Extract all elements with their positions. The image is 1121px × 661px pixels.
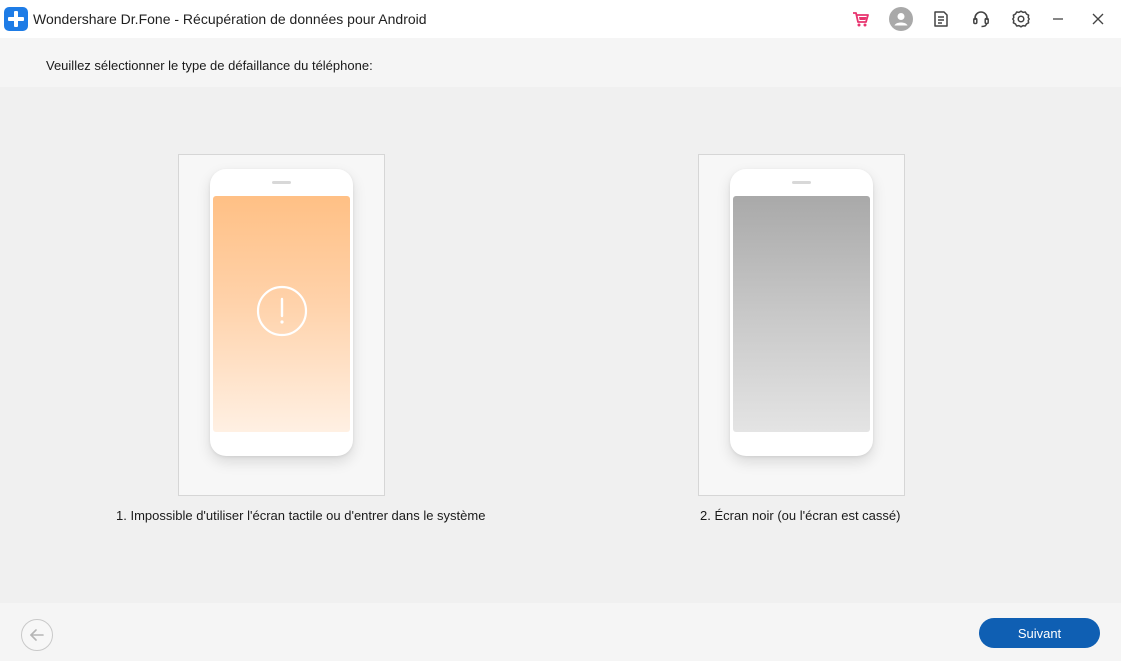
- next-button[interactable]: Suivant: [979, 618, 1100, 648]
- phone-screen-gray: [733, 196, 870, 432]
- footer-bar: [0, 603, 1121, 661]
- cart-icon[interactable]: [849, 7, 873, 31]
- close-icon[interactable]: [1086, 7, 1110, 31]
- user-icon[interactable]: [889, 7, 913, 31]
- minimize-icon[interactable]: [1046, 7, 1070, 31]
- arrow-left-icon: [30, 629, 44, 641]
- phone-illustration: [210, 169, 353, 456]
- app-window: Wondershare Dr.Fone - Récupération de do…: [0, 0, 1121, 661]
- warning-icon: [256, 285, 308, 337]
- phone-speaker: [272, 181, 291, 184]
- window-title: Wondershare Dr.Fone - Récupération de do…: [33, 11, 427, 27]
- feedback-icon[interactable]: [929, 7, 953, 31]
- settings-icon[interactable]: [1009, 7, 1033, 31]
- option-card-black-screen[interactable]: [698, 154, 905, 496]
- phone-illustration: [730, 169, 873, 456]
- option-card-touch-failure[interactable]: [178, 154, 385, 496]
- drfone-logo-icon: [4, 7, 28, 31]
- title-bar: Wondershare Dr.Fone - Récupération de do…: [0, 0, 1121, 38]
- back-button[interactable]: [21, 619, 53, 651]
- phone-speaker: [792, 181, 811, 184]
- phone-screen-orange: [213, 196, 350, 432]
- support-icon[interactable]: [969, 7, 993, 31]
- page-instruction: Veuillez sélectionner le type de défaill…: [46, 58, 373, 73]
- option-label-black-screen: 2. Écran noir (ou l'écran est cassé): [700, 508, 901, 523]
- option-label-touch-failure: 1. Impossible d'utiliser l'écran tactile…: [116, 508, 486, 523]
